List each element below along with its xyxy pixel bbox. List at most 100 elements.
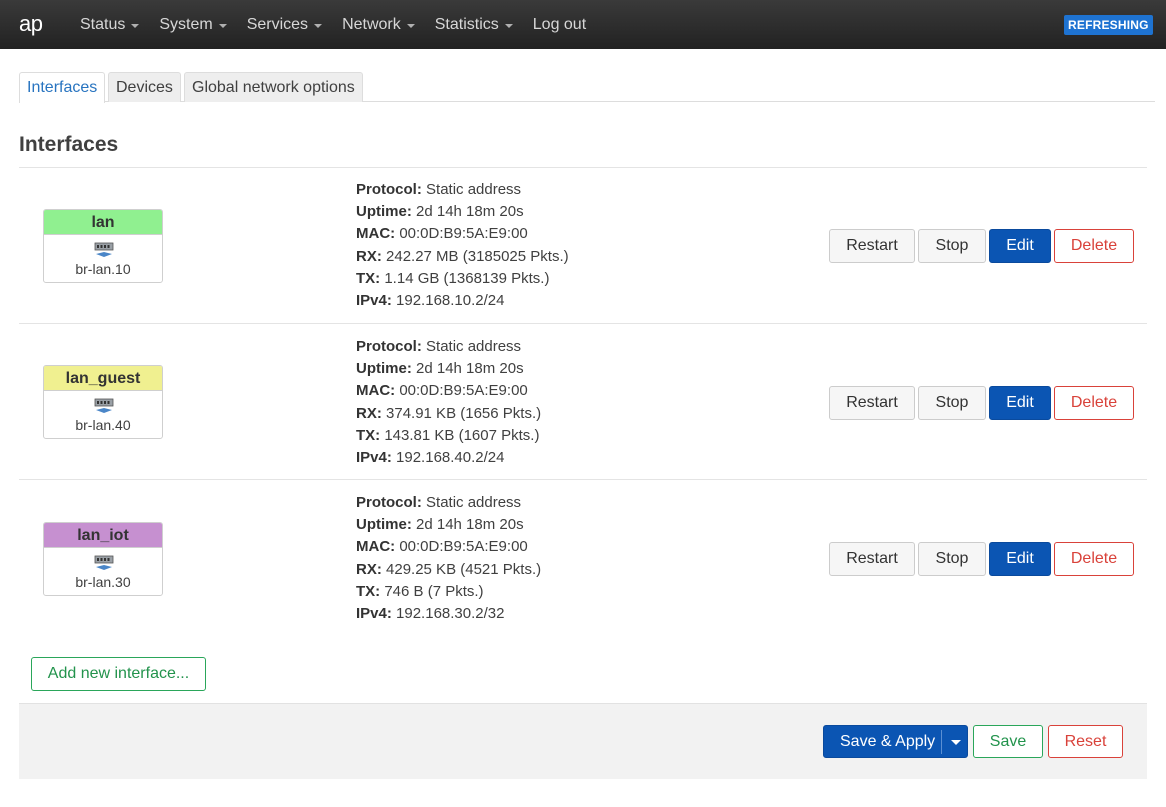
- main-menu: Status System Services Network Statistic…: [70, 0, 596, 49]
- menu-label: Statistics: [434, 15, 499, 33]
- ipv4-value: 192.168.10.2/24: [396, 292, 505, 310]
- menu-label: Services: [246, 15, 309, 33]
- label-rx: RX:: [356, 404, 382, 422]
- label-protocol: Protocol:: [356, 494, 422, 511]
- stop-button[interactable]: Stop: [918, 386, 986, 420]
- interface-device: br-lan.10: [75, 261, 131, 277]
- delete-button[interactable]: Delete: [1054, 386, 1134, 420]
- brand-logo[interactable]: ap: [19, 11, 43, 37]
- menu-label: System: [159, 15, 213, 33]
- menu-logout[interactable]: Log out: [523, 16, 596, 34]
- split-divider: [941, 730, 942, 754]
- mac-value: 00:0D:B9:5A:E9:00: [399, 382, 528, 400]
- label-mac: MAC:: [356, 382, 396, 400]
- stop-button[interactable]: Stop: [918, 229, 986, 263]
- interface-row-lan-guest: lan_guest br-lan.40 Protocol: Static add…: [19, 324, 1147, 479]
- menu-system[interactable]: System: [149, 16, 236, 34]
- menu-label: Status: [80, 15, 126, 33]
- menu-status[interactable]: Status: [70, 16, 149, 34]
- uptime-value: 2d 14h 18m 20s: [416, 516, 524, 534]
- rx-value: 242.27 MB (3185025 Pkts.): [386, 247, 569, 265]
- label-ipv4: IPv4:: [356, 449, 392, 467]
- caret-down-icon: [406, 23, 415, 28]
- interface-row-lan: lan br-lan.10 Protocol: Static address U…: [19, 168, 1147, 323]
- network-switch-icon: [94, 555, 114, 570]
- label-protocol: Protocol:: [356, 338, 422, 355]
- section-title: Interfaces: [19, 133, 119, 156]
- label-uptime: Uptime:: [356, 516, 412, 534]
- label-tx: TX:: [356, 582, 381, 600]
- save-apply-button[interactable]: Save & Apply: [823, 725, 968, 758]
- label-tx: TX:: [356, 269, 381, 287]
- tx-value: 746 B (7 Pkts.): [384, 582, 484, 600]
- label-mac: MAC:: [356, 538, 396, 556]
- page-actions-bar: Save & Apply Save Reset: [19, 703, 1147, 779]
- interface-name: lan: [44, 210, 162, 235]
- delete-button[interactable]: Delete: [1054, 542, 1134, 576]
- label-ipv4: IPv4:: [356, 605, 392, 623]
- interface-details: Protocol: Static address Uptime: 2d 14h …: [356, 492, 541, 625]
- restart-button[interactable]: Restart: [829, 386, 915, 420]
- caret-down-icon: [131, 23, 140, 28]
- stop-button[interactable]: Stop: [918, 542, 986, 576]
- caret-down-icon: [218, 23, 227, 28]
- menu-network[interactable]: Network: [332, 16, 425, 34]
- interface-row-lan-iot: lan_iot br-lan.30 Protocol: Static addre…: [19, 480, 1147, 640]
- network-switch-icon: [94, 398, 114, 413]
- uptime-value: 2d 14h 18m 20s: [416, 360, 524, 378]
- label-uptime: Uptime:: [356, 203, 412, 221]
- restart-button[interactable]: Restart: [829, 229, 915, 263]
- mac-value: 00:0D:B9:5A:E9:00: [399, 538, 528, 556]
- protocol-value: Static address: [426, 338, 522, 355]
- ipv4-value: 192.168.40.2/24: [396, 449, 505, 467]
- tab-global-network-options[interactable]: Global network options: [184, 72, 363, 102]
- label-rx: RX:: [356, 560, 382, 578]
- refreshing-status-badge[interactable]: REFRESHING: [1064, 15, 1153, 35]
- interface-badge: lan_guest br-lan.40: [43, 365, 163, 439]
- top-navbar: ap Status System Services Network Statis…: [0, 0, 1166, 49]
- menu-label: Log out: [532, 15, 587, 33]
- label-protocol: Protocol:: [356, 181, 422, 198]
- protocol-value: Static address: [426, 494, 522, 511]
- interface-device: br-lan.30: [75, 574, 131, 590]
- uptime-value: 2d 14h 18m 20s: [416, 203, 524, 221]
- tab-interfaces[interactable]: Interfaces: [19, 72, 106, 103]
- mac-value: 00:0D:B9:5A:E9:00: [399, 225, 528, 243]
- caret-down-icon: [504, 23, 513, 28]
- tx-value: 1.14 GB (1368139 Pkts.): [384, 269, 550, 287]
- menu-services[interactable]: Services: [237, 16, 332, 34]
- rx-value: 429.25 KB (4521 Pkts.): [386, 560, 542, 578]
- delete-button[interactable]: Delete: [1054, 229, 1134, 263]
- add-new-interface-button[interactable]: Add new interface...: [31, 657, 206, 691]
- ipv4-value: 192.168.30.2/32: [396, 605, 505, 623]
- menu-statistics[interactable]: Statistics: [425, 16, 523, 34]
- interface-name: lan_guest: [44, 366, 162, 391]
- caret-down-icon[interactable]: [951, 740, 961, 745]
- menu-label: Network: [342, 15, 401, 33]
- tab-bar: Interfaces Devices Global network option…: [19, 72, 1155, 103]
- interface-details: Protocol: Static address Uptime: 2d 14h …: [356, 336, 541, 469]
- save-button[interactable]: Save: [973, 725, 1043, 758]
- label-uptime: Uptime:: [356, 360, 412, 378]
- protocol-value: Static address: [426, 181, 522, 198]
- rx-value: 374.91 KB (1656 Pkts.): [386, 404, 542, 422]
- edit-button[interactable]: Edit: [989, 229, 1051, 263]
- interface-name: lan_iot: [44, 523, 162, 548]
- tab-devices[interactable]: Devices: [108, 72, 181, 102]
- caret-down-icon: [314, 23, 323, 28]
- restart-button[interactable]: Restart: [829, 542, 915, 576]
- edit-button[interactable]: Edit: [989, 542, 1051, 576]
- interface-badge: lan br-lan.10: [43, 209, 163, 283]
- label-mac: MAC:: [356, 225, 396, 243]
- network-switch-icon: [94, 242, 114, 257]
- reset-button[interactable]: Reset: [1048, 725, 1123, 758]
- interface-badge: lan_iot br-lan.30: [43, 522, 163, 596]
- label-tx: TX:: [356, 426, 381, 444]
- tx-value: 143.81 KB (1607 Pkts.): [384, 426, 540, 444]
- interface-device: br-lan.40: [75, 417, 131, 433]
- interface-details: Protocol: Static address Uptime: 2d 14h …: [356, 179, 569, 312]
- edit-button[interactable]: Edit: [989, 386, 1051, 420]
- label-rx: RX:: [356, 247, 382, 265]
- save-apply-label: Save & Apply: [840, 733, 936, 750]
- label-ipv4: IPv4:: [356, 292, 392, 310]
